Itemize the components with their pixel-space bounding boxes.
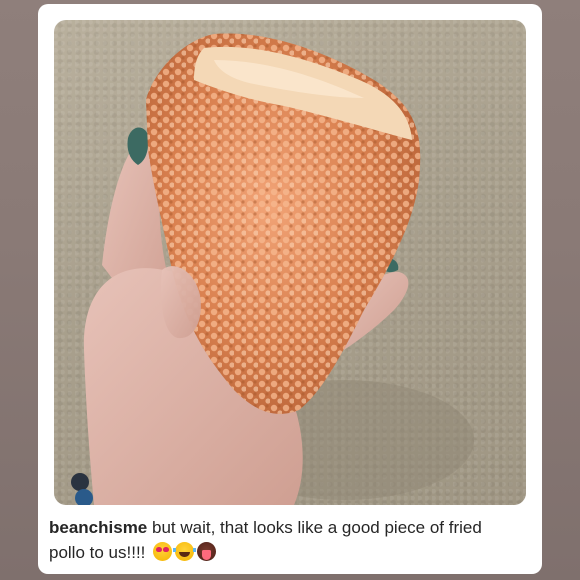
- tongue-emoji-icon: [197, 542, 217, 561]
- post-photo[interactable]: [54, 20, 526, 505]
- bracelet-bead: [75, 489, 93, 505]
- post-caption: beanchisme but wait, that looks like a g…: [49, 515, 519, 565]
- tears-of-joy-emoji-icon: [173, 542, 197, 561]
- caption-username[interactable]: beanchisme: [49, 518, 147, 537]
- post-photo-illustration: [71, 33, 474, 505]
- heart-eyes-emoji-icon: [153, 542, 173, 561]
- post-card: beanchisme but wait, that looks like a g…: [38, 4, 542, 574]
- bracelet-bead: [71, 473, 89, 491]
